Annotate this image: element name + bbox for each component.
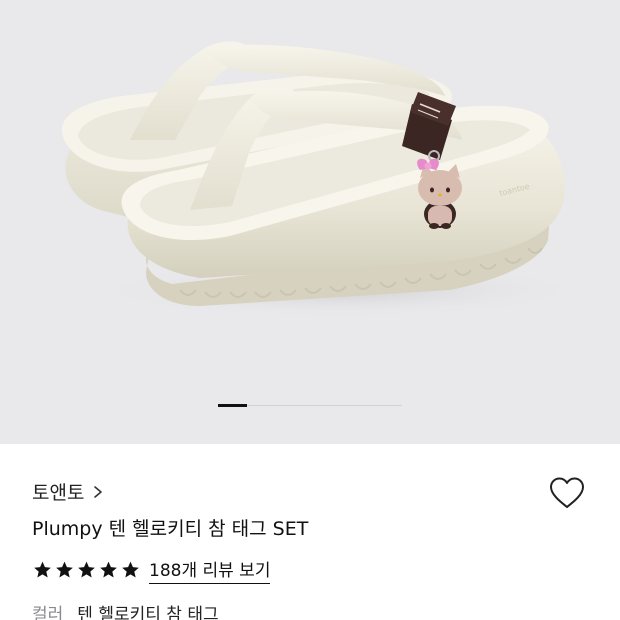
selected-option: 컬러 텐 헬로키티 참 태그	[32, 600, 219, 620]
image-pager[interactable]	[218, 404, 402, 407]
product-title: Plumpy 텐 헬로키티 참 태그 SET	[32, 518, 309, 540]
option-label: 컬러	[32, 605, 64, 620]
review-link[interactable]: 188개 리뷰 보기	[149, 556, 271, 584]
heart-outline-icon[interactable]	[548, 476, 586, 510]
rating-row: 188개 리뷰 보기	[32, 556, 271, 584]
star-filled-icon	[122, 561, 139, 578]
star-filled-icon	[100, 561, 117, 578]
brand-name: 토앤토	[32, 482, 85, 504]
product-image: toantoe	[61, 41, 590, 318]
brand-link[interactable]: 토앤토	[32, 478, 104, 505]
star-filled-icon	[34, 561, 51, 578]
star-filled-icon	[78, 561, 95, 578]
chevron-right-icon	[94, 485, 103, 498]
star-rating	[32, 560, 141, 580]
pager-active-indicator	[218, 404, 247, 407]
product-image-gallery[interactable]: toantoe	[0, 0, 620, 444]
star-filled-icon	[56, 561, 73, 578]
option-value: 텐 헬로키티 참 태그	[77, 605, 219, 620]
